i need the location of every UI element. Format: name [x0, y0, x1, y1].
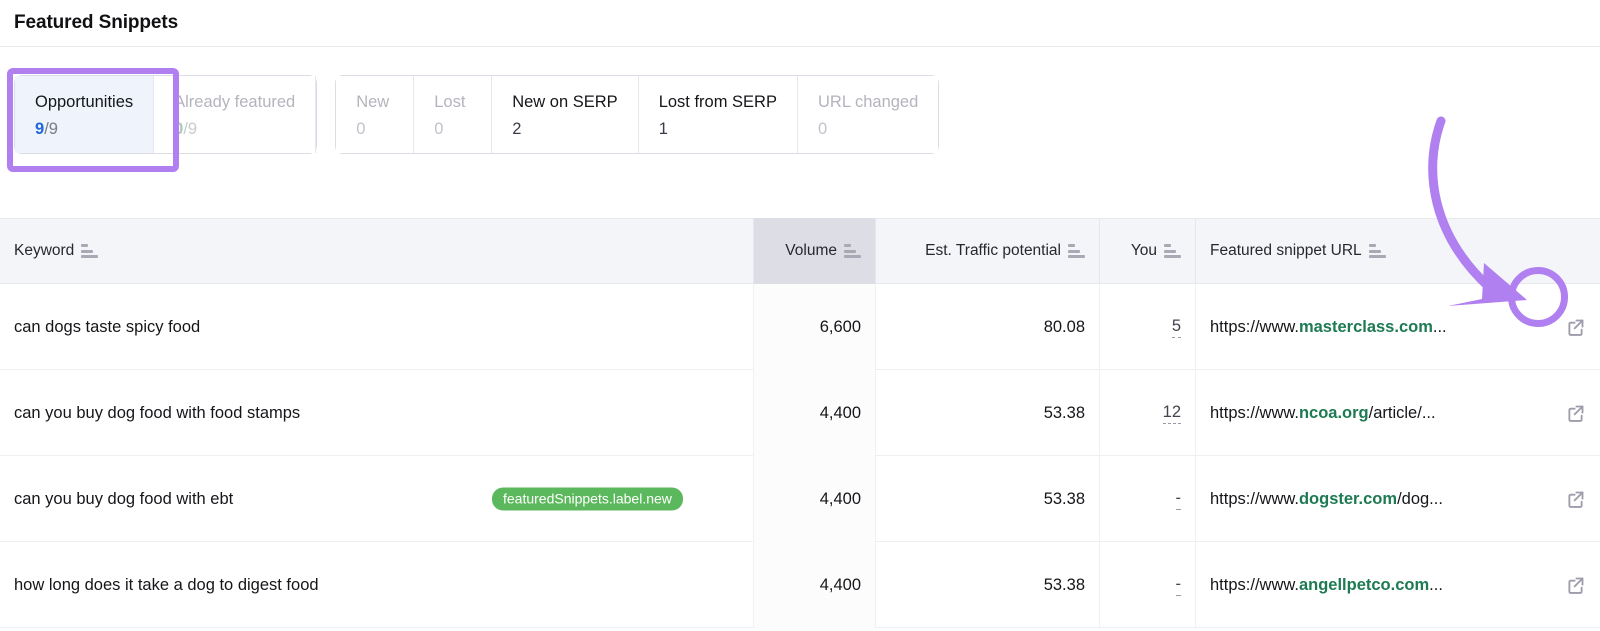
table-header-row: Keyword Volume Est. Traffic potential Yo…: [0, 218, 1600, 284]
featured-snippets-table: Keyword Volume Est. Traffic potential Yo…: [0, 218, 1600, 628]
purple-highlight-circle: [1508, 267, 1568, 327]
column-header-volume-label: Volume: [785, 242, 837, 259]
tab-lost-from-serp-label: Lost from SERP: [658, 93, 777, 111]
cell-traffic-potential: 53.38: [876, 370, 1100, 456]
you-position-value: -: [1175, 489, 1181, 510]
cell-traffic-potential: 53.38: [876, 542, 1100, 628]
tab-opportunities-count: 9: [35, 119, 45, 138]
sort-icon[interactable]: [81, 244, 99, 258]
cell-featured-snippet-url: https://www.angellpetco.com...: [1196, 542, 1600, 628]
column-header-you[interactable]: You: [1100, 218, 1196, 284]
table-row[interactable]: can you buy dog food with food stamps 4,4…: [0, 370, 1600, 456]
column-header-volume[interactable]: Volume: [754, 218, 876, 284]
cell-you: 12: [1100, 370, 1196, 456]
external-link-icon[interactable]: [1565, 575, 1586, 596]
you-position-value: 12: [1162, 403, 1181, 424]
cell-you: -: [1100, 542, 1196, 628]
tab-new-on-serp-value: 2: [512, 119, 522, 138]
external-link-icon[interactable]: [1565, 489, 1586, 510]
table-row[interactable]: can you buy dog food with ebt featuredSni…: [0, 456, 1600, 542]
column-header-featured-snippet-url-label: Featured snippet URL: [1210, 242, 1362, 259]
column-header-traffic-potential-label: Est. Traffic potential: [925, 242, 1061, 259]
cell-keyword[interactable]: can dogs taste spicy food: [0, 284, 754, 370]
tab-lost-value: 0: [434, 119, 444, 138]
tab-new[interactable]: New 0: [336, 76, 415, 153]
cell-you: -: [1100, 456, 1196, 542]
tab-new-on-serp-label: New on SERP: [512, 93, 618, 111]
external-link-icon[interactable]: [1565, 317, 1586, 338]
tab-opportunities[interactable]: Opportunities 9/9: [15, 76, 155, 153]
tab-new-value: 0: [356, 119, 366, 138]
sort-icon[interactable]: [1068, 244, 1085, 258]
panel-header: Featured Snippets: [0, 0, 1600, 47]
keyword-text: can you buy dog food with food stamps: [14, 403, 301, 422]
column-header-traffic-potential[interactable]: Est. Traffic potential: [876, 218, 1100, 284]
tab-lost-from-serp[interactable]: Lost from SERP 1: [638, 76, 798, 153]
tab-already-featured-total: /9: [183, 119, 198, 138]
cell-volume: 6,600: [754, 284, 876, 370]
cell-volume: 4,400: [754, 542, 876, 628]
table-row[interactable]: how long does it take a dog to digest fo…: [0, 542, 1600, 628]
status-tab-group: Opportunities 9/9 Already featured 0/9: [7, 68, 318, 172]
cell-keyword[interactable]: can you buy dog food with ebt featuredSni…: [0, 456, 754, 542]
cell-keyword[interactable]: how long does it take a dog to digest fo…: [0, 542, 754, 628]
cell-featured-snippet-url: https://www.ncoa.org/article/...: [1196, 370, 1600, 456]
featured-snippet-url-text[interactable]: https://www.ncoa.org/article/...: [1210, 404, 1436, 423]
tab-already-featured-label: Already featured: [174, 93, 296, 111]
tab-url-changed-label: URL changed: [817, 93, 919, 111]
cell-you: 5: [1100, 284, 1196, 370]
cell-traffic-potential: 53.38: [876, 456, 1100, 542]
cell-traffic-potential: 80.08: [876, 284, 1100, 370]
tab-lost-label: Lost: [434, 93, 466, 111]
tab-opportunities-label: Opportunities: [35, 93, 134, 111]
column-header-you-label: You: [1130, 242, 1157, 259]
sort-icon[interactable]: [844, 244, 861, 258]
cell-volume: 4,400: [754, 370, 876, 456]
tab-new-label: New: [356, 93, 390, 111]
cell-volume: 4,400: [754, 456, 876, 542]
column-header-keyword[interactable]: Keyword: [0, 218, 754, 284]
you-position-value: 5: [1171, 317, 1181, 338]
tab-url-changed-value: 0: [817, 119, 828, 138]
tab-already-featured[interactable]: Already featured 0/9: [154, 76, 317, 153]
tab-url-changed[interactable]: URL changed 0: [797, 76, 939, 153]
featured-snippet-url-text[interactable]: https://www.dogster.com/dog...: [1210, 490, 1443, 509]
sort-icon[interactable]: [1368, 244, 1386, 258]
table-row[interactable]: can dogs taste spicy food 6,600 80.08 5 http…: [0, 284, 1600, 370]
status-badge-new: featuredSnippets.label.new: [492, 487, 683, 511]
keyword-text: can dogs taste spicy food: [14, 317, 201, 336]
tab-opportunities-value: 9/9: [35, 119, 133, 138]
tab-opportunities-total: /9: [44, 119, 58, 138]
column-header-keyword-label: Keyword: [14, 242, 75, 259]
keyword-text: how long does it take a dog to digest fo…: [14, 575, 319, 594]
cell-keyword[interactable]: can you buy dog food with food stamps: [0, 370, 754, 456]
tab-lost[interactable]: Lost 0: [414, 76, 493, 153]
you-position-value: -: [1175, 575, 1181, 596]
tab-already-featured-count: 0: [174, 119, 184, 138]
external-link-icon[interactable]: [1565, 403, 1586, 424]
change-tab-group: New 0 Lost 0 New on SERP 2 Lost from SER…: [335, 75, 940, 154]
featured-snippet-url-text[interactable]: https://www.angellpetco.com...: [1210, 576, 1443, 595]
tab-new-on-serp[interactable]: New on SERP 2: [492, 76, 639, 153]
tabs-row: Opportunities 9/9 Already featured 0/9 N…: [0, 47, 1600, 172]
table-body: can dogs taste spicy food 6,600 80.08 5 http…: [0, 284, 1600, 628]
page-title: Featured Snippets: [14, 12, 179, 33]
sort-icon[interactable]: [1164, 244, 1181, 258]
featured-snippets-panel: Featured Snippets Opportunities 9/9 Alre…: [0, 0, 1600, 631]
tab-lost-from-serp-value: 1: [658, 119, 668, 138]
tab-already-featured-value: 0/9: [174, 119, 295, 138]
keyword-text: can you buy dog food with ebt: [14, 489, 234, 508]
featured-snippet-url-text[interactable]: https://www.masterclass.com...: [1210, 318, 1447, 337]
cell-featured-snippet-url: https://www.dogster.com/dog...: [1196, 456, 1600, 542]
